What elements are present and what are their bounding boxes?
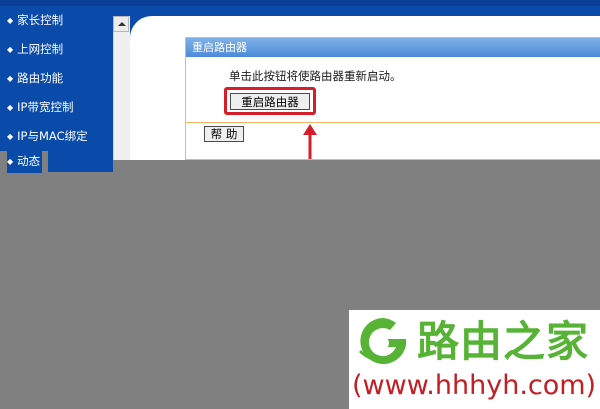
sidebar-item-parental-control[interactable]: ◆ 家长控制	[0, 6, 113, 35]
watermark-logo: 路由之家 (www.hhhyh.com)	[349, 310, 600, 409]
restart-router-button[interactable]: 重启路由器	[230, 93, 310, 110]
sidebar-item-label: 家长控制	[17, 13, 64, 27]
sidebar-item-label: 动态	[17, 154, 41, 168]
sidebar-scrollbar[interactable]	[113, 16, 130, 160]
sidebar-item-routing[interactable]: ◆ 路由功能	[0, 64, 113, 93]
panel-divider	[186, 122, 600, 123]
sidebar-item-label: 路由功能	[17, 71, 64, 85]
bullet-icon: ◆	[7, 16, 14, 25]
bullet-icon: ◆	[7, 103, 14, 112]
logo-mark-icon	[358, 318, 406, 364]
sidebar-item-label: 上网控制	[17, 42, 64, 56]
bullet-icon: ◆	[7, 157, 14, 166]
sidebar-item-ip-bandwidth[interactable]: ◆ IP带宽控制	[0, 93, 113, 122]
restart-panel: 重启路由器 单击此按钮将使路由器重新启动。 重启路由器 帮 助	[185, 37, 600, 160]
bullet-icon: ◆	[7, 132, 14, 141]
bullet-icon: ◆	[7, 45, 14, 54]
sidebar-nav: ◆ 家长控制 ◆ 上网控制 ◆ 路由功能 ◆ IP带宽控制 ◆ IP与MAC绑定	[0, 6, 113, 172]
panel-description: 单击此按钮将使路由器重新启动。	[229, 69, 402, 83]
help-button[interactable]: 帮 助	[204, 126, 244, 142]
sidebar-item-ip-mac-binding[interactable]: ◆ IP与MAC绑定	[0, 122, 113, 151]
logo-url-text: (www.hhhyh.com)	[352, 370, 597, 401]
red-arrow-icon	[303, 124, 317, 159]
scroll-up-arrow-icon[interactable]	[113, 16, 129, 32]
header-band	[130, 6, 600, 16]
panel-title: 重启路由器	[186, 38, 600, 57]
logo-brand-text: 路由之家	[417, 317, 590, 366]
sidebar-item-label: IP与MAC绑定	[17, 129, 88, 143]
bullet-icon: ◆	[7, 74, 14, 83]
sidebar-item-access-control[interactable]: ◆ 上网控制	[0, 35, 113, 64]
sidebar-item-label: IP带宽控制	[17, 100, 74, 114]
sidebar-item-dynamic[interactable]: ◆ 动态	[0, 151, 48, 173]
